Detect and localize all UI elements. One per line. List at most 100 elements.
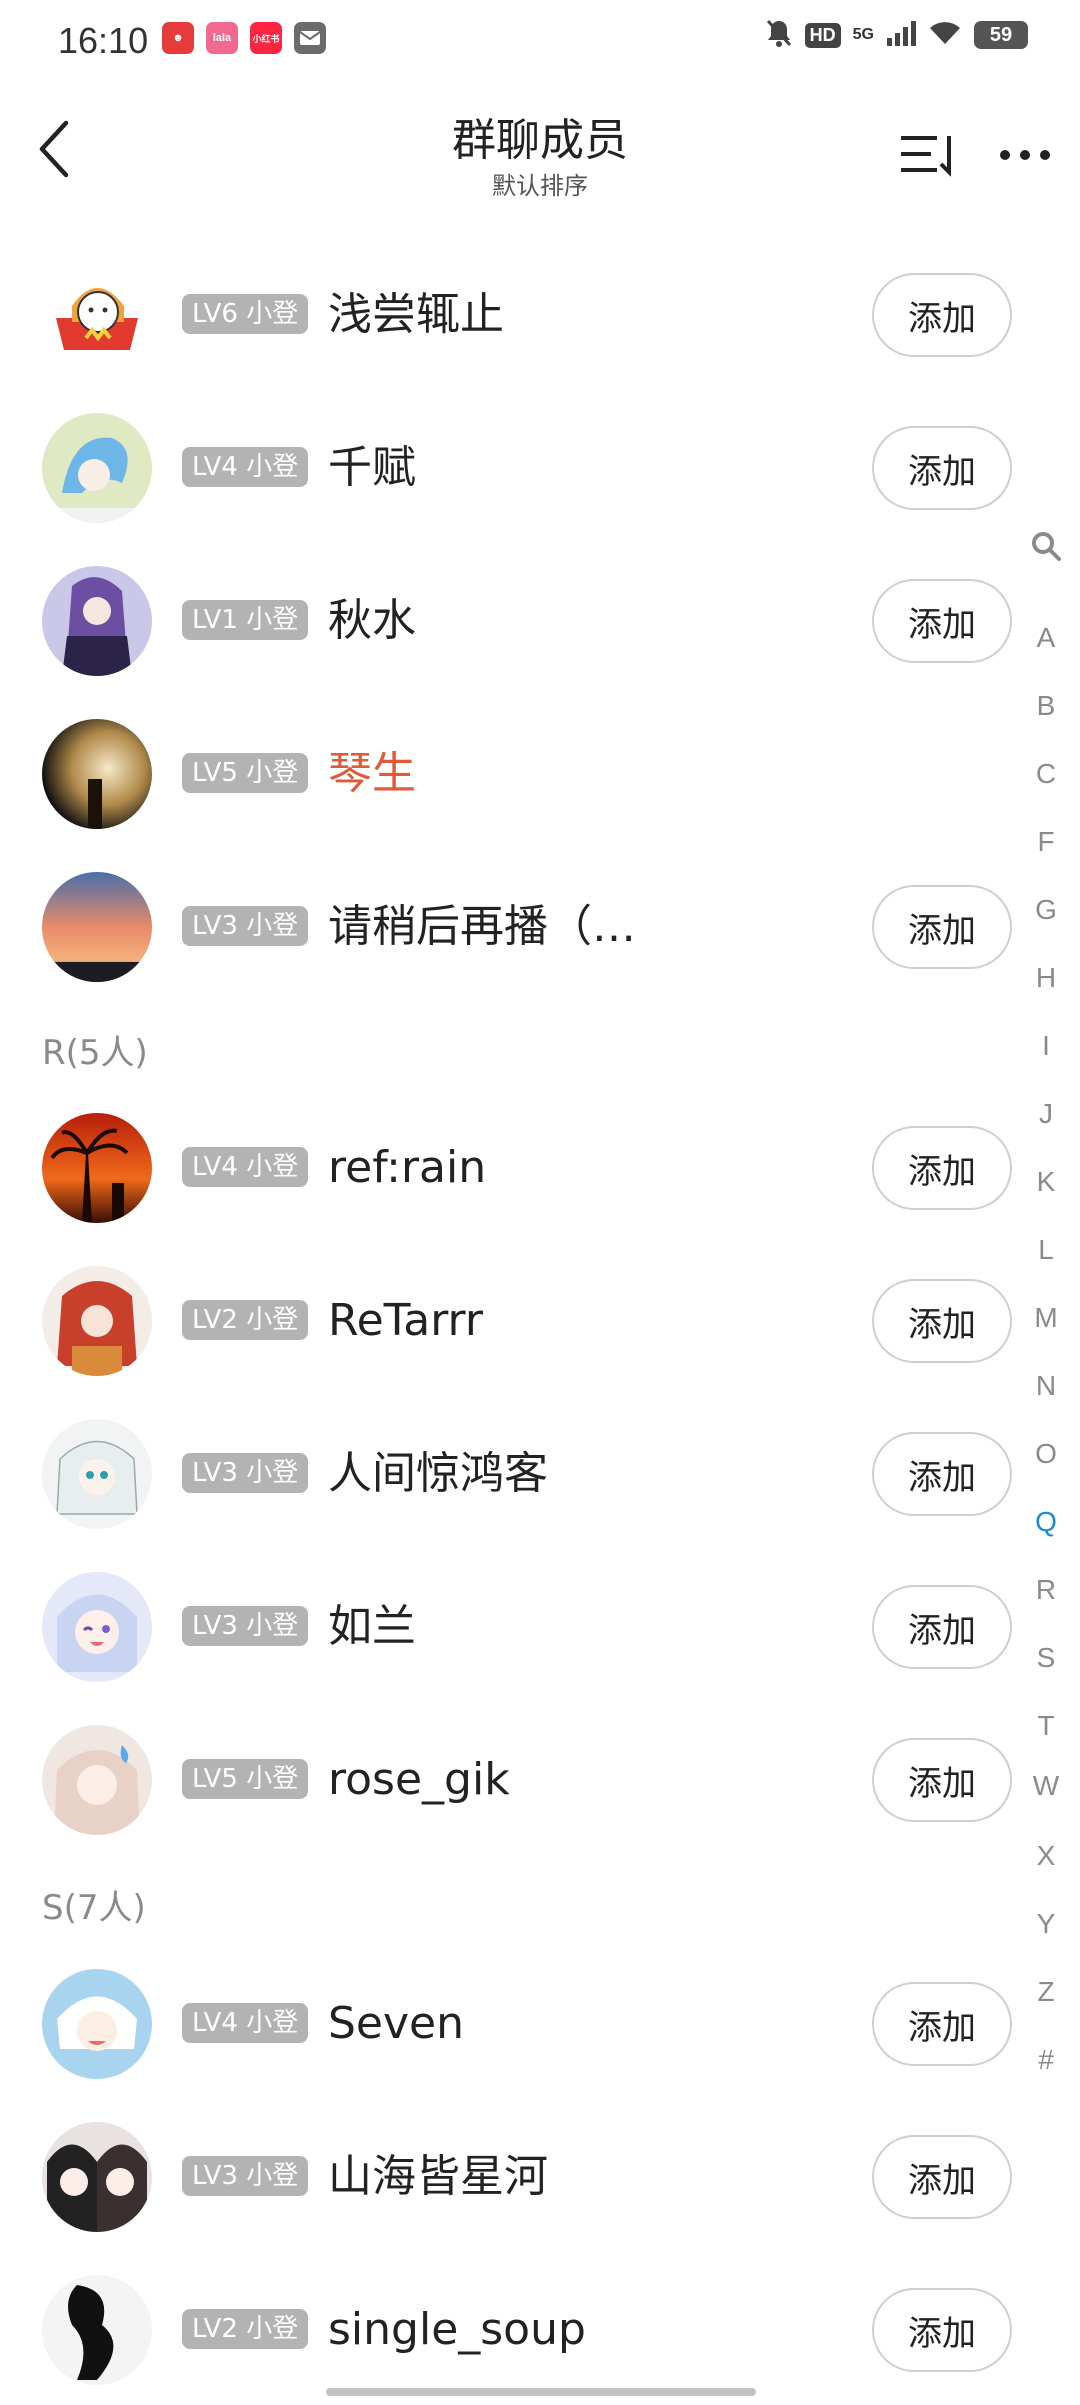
index-letter-z[interactable]: Z	[1018, 1976, 1074, 2008]
lalafan-app-icon: lala	[206, 22, 238, 54]
avatar[interactable]	[42, 872, 152, 982]
level-badge: LV3 小登	[182, 1453, 309, 1493]
index-letter-f[interactable]: F	[1018, 826, 1074, 858]
member-row[interactable]: LV3 小登 山海皆星河 添加	[0, 2102, 1012, 2252]
avatar[interactable]	[42, 1725, 152, 1835]
level-badge: LV5 小登	[182, 1759, 309, 1799]
level-badge: LV3 小登	[182, 2156, 309, 2196]
battery-indicator: 59	[974, 21, 1028, 49]
member-row[interactable]: LV4 小登 Seven 添加	[0, 1949, 1012, 2099]
add-friend-button[interactable]: 添加	[872, 1738, 1012, 1822]
index-letter-s[interactable]: S	[1018, 1642, 1074, 1674]
member-row[interactable]: LV3 小登 人间惊鸿客 添加	[0, 1399, 1012, 1549]
index-letter-i[interactable]: I	[1018, 1030, 1074, 1062]
index-letter-c[interactable]: C	[1018, 758, 1074, 790]
member-row[interactable]: LV3 小登 请稍后再播（… 添加	[0, 852, 1012, 1002]
avatar[interactable]	[42, 1969, 152, 2079]
member-name: 如兰	[328, 1601, 416, 1652]
member-row[interactable]: LV5 小登 rose_gik 添加	[0, 1705, 1012, 1855]
avatar[interactable]	[42, 566, 152, 676]
index-letter-w[interactable]: W	[1018, 1770, 1074, 1802]
index-letter-h[interactable]: H	[1018, 962, 1074, 994]
member-name: Seven	[328, 1998, 464, 2049]
member-row[interactable]: LV3 小登 如兰 添加	[0, 1552, 1012, 1702]
member-row[interactable]: LV6 小登 浅尝辄止 添加	[0, 240, 1012, 390]
xiaohongshu-app-icon: 小红书	[250, 22, 282, 54]
avatar[interactable]	[42, 413, 152, 523]
avatar[interactable]	[42, 1419, 152, 1529]
add-friend-button[interactable]: 添加	[872, 2288, 1012, 2372]
status-bar: 16:10 ☻ lala 小红书 HD 5G 59	[0, 0, 1080, 80]
member-name: 请稍后再播（…	[328, 901, 636, 952]
member-name: ReTarrr	[328, 1295, 483, 1346]
add-friend-button[interactable]: 添加	[872, 579, 1012, 663]
index-letter-hash[interactable]: #	[1018, 2044, 1074, 2076]
index-letter-b[interactable]: B	[1018, 690, 1074, 722]
member-name: 人间惊鸿客	[328, 1448, 548, 1499]
home-indicator[interactable]	[326, 2388, 756, 2396]
level-badge: LV3 小登	[182, 906, 309, 946]
status-indicators: HD 5G 59	[765, 18, 1028, 52]
add-friend-button[interactable]: 添加	[872, 2135, 1012, 2219]
avatar[interactable]	[42, 719, 152, 829]
index-letter-o[interactable]: O	[1018, 1438, 1074, 1470]
add-friend-button[interactable]: 添加	[872, 1432, 1012, 1516]
clown-app-icon: ☻	[162, 22, 194, 54]
member-row[interactable]: LV4 小登 ref:rain 添加	[0, 1093, 1012, 1243]
level-badge: LV6 小登	[182, 294, 309, 334]
member-row[interactable]: LV2 小登 single_soup 添加	[0, 2255, 1012, 2405]
member-name: single_soup	[328, 2304, 586, 2355]
search-icon[interactable]	[1018, 530, 1074, 569]
add-friend-button[interactable]: 添加	[872, 1126, 1012, 1210]
header: 群聊成员 默认排序	[0, 80, 1080, 214]
level-badge: LV1 小登	[182, 600, 309, 640]
index-letter-n[interactable]: N	[1018, 1370, 1074, 1402]
index-letter-y[interactable]: Y	[1018, 1908, 1074, 1940]
member-row[interactable]: LV2 小登 ReTarrr 添加	[0, 1246, 1012, 1396]
add-friend-button[interactable]: 添加	[872, 426, 1012, 510]
level-badge: LV2 小登	[182, 1300, 309, 1340]
sort-button[interactable]	[892, 120, 962, 190]
more-options-button[interactable]	[990, 120, 1060, 190]
add-friend-button[interactable]: 添加	[872, 1585, 1012, 1669]
index-letter-x[interactable]: X	[1018, 1840, 1074, 1872]
index-letter-j[interactable]: J	[1018, 1098, 1074, 1130]
index-letter-g[interactable]: G	[1018, 894, 1074, 926]
member-row[interactable]: LV5 小登 琴生	[0, 699, 1010, 849]
mail-icon	[294, 22, 326, 54]
member-name: 浅尝辄止	[328, 289, 504, 340]
sort-icon	[901, 136, 951, 177]
member-row[interactable]: LV1 小登 秋水 添加	[0, 546, 1012, 696]
member-name: 千赋	[328, 442, 416, 493]
signal-icon	[886, 20, 916, 50]
add-friend-button[interactable]: 添加	[872, 1279, 1012, 1363]
avatar[interactable]	[42, 260, 152, 370]
level-badge: LV4 小登	[182, 447, 309, 487]
index-letter-r[interactable]: R	[1018, 1574, 1074, 1606]
mute-icon	[765, 18, 793, 52]
index-letter-a[interactable]: A	[1018, 622, 1074, 654]
add-friend-button[interactable]: 添加	[872, 885, 1012, 969]
avatar[interactable]	[42, 1266, 152, 1376]
notification-icons: ☻ lala 小红书	[162, 22, 326, 54]
avatar[interactable]	[42, 1572, 152, 1682]
index-letter-l[interactable]: L	[1018, 1234, 1074, 1266]
add-friend-button[interactable]: 添加	[872, 273, 1012, 357]
index-letter-t[interactable]: T	[1018, 1710, 1074, 1742]
avatar[interactable]	[42, 2122, 152, 2232]
add-friend-button[interactable]: 添加	[872, 1982, 1012, 2066]
index-letter-q[interactable]: Q	[1018, 1506, 1074, 1538]
wifi-icon	[928, 20, 962, 50]
section-header-r: R(5人)	[42, 1033, 148, 1073]
status-time: 16:10	[58, 20, 149, 61]
more-icon	[1000, 150, 1050, 160]
member-row[interactable]: LV4 小登 千赋 添加	[0, 393, 1012, 543]
member-name: ref:rain	[328, 1142, 487, 1193]
index-letter-k[interactable]: K	[1018, 1166, 1074, 1198]
avatar[interactable]	[42, 1113, 152, 1223]
level-badge: LV4 小登	[182, 1147, 309, 1187]
avatar[interactable]	[42, 2275, 152, 2385]
level-badge: LV2 小登	[182, 2309, 309, 2349]
index-letter-m[interactable]: M	[1018, 1302, 1074, 1334]
network-type: 5G	[852, 26, 874, 43]
